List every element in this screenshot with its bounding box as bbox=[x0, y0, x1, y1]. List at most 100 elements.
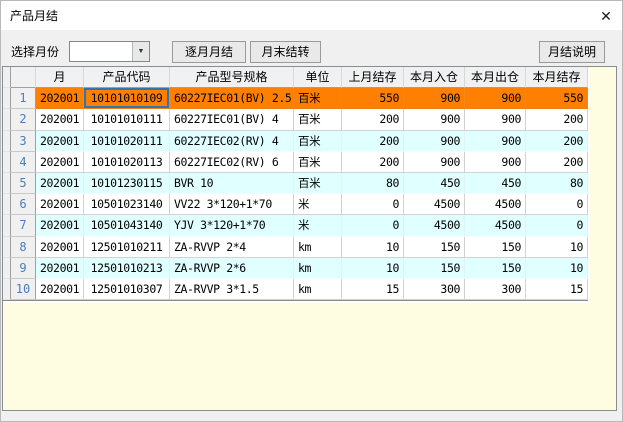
month-select-combobox[interactable]: ▼ bbox=[69, 41, 150, 62]
cell-product-code[interactable]: 12501010213 bbox=[84, 258, 170, 279]
cell-month-in[interactable]: 4500 bbox=[404, 215, 465, 236]
cell-product-code[interactable]: 10101010111 bbox=[84, 109, 170, 130]
cell-unit[interactable]: 百米 bbox=[294, 109, 342, 130]
cell-month-out[interactable]: 150 bbox=[465, 258, 526, 279]
cell-unit[interactable]: 米 bbox=[294, 215, 342, 236]
monthly-settle-button[interactable]: 逐月月结 bbox=[172, 41, 246, 63]
cell-month-in[interactable]: 900 bbox=[404, 109, 465, 130]
cell-unit[interactable]: 百米 bbox=[294, 152, 342, 173]
cell-closing-balance[interactable]: 0 bbox=[526, 215, 588, 236]
cell-month-out[interactable]: 900 bbox=[465, 152, 526, 173]
cell-month-out[interactable]: 450 bbox=[465, 173, 526, 194]
cell-opening-balance[interactable]: 0 bbox=[342, 215, 404, 236]
cell-product-code[interactable]: 10501023140 bbox=[84, 194, 170, 215]
close-icon[interactable]: ✕ bbox=[595, 5, 617, 27]
cell-month[interactable]: 202001 bbox=[36, 194, 84, 215]
row-indicator bbox=[3, 279, 11, 300]
row-number-cell[interactable]: 3 bbox=[11, 131, 36, 152]
cell-unit[interactable]: km bbox=[294, 258, 342, 279]
month-end-carryover-button[interactable]: 月末结转 bbox=[250, 41, 321, 63]
row-number-cell[interactable]: 7 bbox=[11, 215, 36, 236]
cell-month-in[interactable]: 300 bbox=[404, 279, 465, 300]
cell-month-in[interactable]: 4500 bbox=[404, 194, 465, 215]
cell-product-code[interactable]: 10101010109 bbox=[84, 88, 170, 109]
cell-unit[interactable]: km bbox=[294, 237, 342, 258]
cell-unit[interactable]: 百米 bbox=[294, 173, 342, 194]
grid-panel: 月 产品代码 产品型号规格 单位 上月结存 本月入仓 本月出仓 本月结存 1 2… bbox=[2, 66, 617, 411]
cell-closing-balance[interactable]: 15 bbox=[526, 279, 588, 300]
row-number-cell[interactable]: 5 bbox=[11, 173, 36, 194]
cell-product-spec[interactable]: 60227IEC02(RV) 6 bbox=[170, 152, 294, 173]
cell-month[interactable]: 202001 bbox=[36, 88, 84, 109]
cell-product-spec[interactable]: BVR 10 bbox=[170, 173, 294, 194]
cell-closing-balance[interactable]: 80 bbox=[526, 173, 588, 194]
row-number-cell[interactable]: 10 bbox=[11, 279, 36, 300]
cell-month-in[interactable]: 150 bbox=[404, 237, 465, 258]
cell-product-code[interactable]: 10101020111 bbox=[84, 131, 170, 152]
cell-product-code[interactable]: 12501010307 bbox=[84, 279, 170, 300]
cell-product-spec[interactable]: 60227IEC01(BV) 4 bbox=[170, 109, 294, 130]
cell-month[interactable]: 202001 bbox=[36, 279, 84, 300]
cell-opening-balance[interactable]: 10 bbox=[342, 258, 404, 279]
cell-month-out[interactable]: 900 bbox=[465, 131, 526, 152]
row-number-cell[interactable]: 4 bbox=[11, 152, 36, 173]
row-number-cell[interactable]: 1 bbox=[11, 88, 36, 109]
cell-month[interactable]: 202001 bbox=[36, 258, 84, 279]
row-number-cell[interactable]: 8 bbox=[11, 237, 36, 258]
cell-product-spec[interactable]: ZA-RVVP 2*4 bbox=[170, 237, 294, 258]
cell-opening-balance[interactable]: 200 bbox=[342, 131, 404, 152]
cell-month[interactable]: 202001 bbox=[36, 173, 84, 194]
cell-closing-balance[interactable]: 200 bbox=[526, 109, 588, 130]
cell-closing-balance[interactable]: 10 bbox=[526, 237, 588, 258]
cell-month[interactable]: 202001 bbox=[36, 109, 84, 130]
settlement-help-button[interactable]: 月结说明 bbox=[539, 41, 605, 63]
cell-month-out[interactable]: 900 bbox=[465, 109, 526, 130]
cell-month-out[interactable]: 300 bbox=[465, 279, 526, 300]
cell-month-out[interactable]: 4500 bbox=[465, 194, 526, 215]
cell-month-in[interactable]: 150 bbox=[404, 258, 465, 279]
cell-product-code[interactable]: 10101230115 bbox=[84, 173, 170, 194]
cell-month-in[interactable]: 900 bbox=[404, 88, 465, 109]
cell-opening-balance[interactable]: 200 bbox=[342, 109, 404, 130]
cell-month[interactable]: 202001 bbox=[36, 237, 84, 258]
cell-month[interactable]: 202001 bbox=[36, 152, 84, 173]
row-indicator bbox=[3, 215, 11, 236]
cell-product-spec[interactable]: ZA-RVVP 2*6 bbox=[170, 258, 294, 279]
cell-month[interactable]: 202001 bbox=[36, 131, 84, 152]
cell-month-out[interactable]: 4500 bbox=[465, 215, 526, 236]
cell-month[interactable]: 202001 bbox=[36, 215, 84, 236]
cell-opening-balance[interactable]: 550 bbox=[342, 88, 404, 109]
cell-month-out[interactable]: 150 bbox=[465, 237, 526, 258]
cell-product-code[interactable]: 10101020113 bbox=[84, 152, 170, 173]
cell-product-code[interactable]: 12501010211 bbox=[84, 237, 170, 258]
cell-opening-balance[interactable]: 80 bbox=[342, 173, 404, 194]
chevron-down-icon[interactable]: ▼ bbox=[132, 42, 149, 61]
cell-closing-balance[interactable]: 200 bbox=[526, 131, 588, 152]
cell-product-spec[interactable]: ZA-RVVP 3*1.5 bbox=[170, 279, 294, 300]
cell-closing-balance[interactable]: 10 bbox=[526, 258, 588, 279]
cell-closing-balance[interactable]: 550 bbox=[526, 88, 588, 109]
cell-month-out[interactable]: 900 bbox=[465, 88, 526, 109]
row-number-cell[interactable]: 6 bbox=[11, 194, 36, 215]
cell-unit[interactable]: 百米 bbox=[294, 88, 342, 109]
cell-closing-balance[interactable]: 0 bbox=[526, 194, 588, 215]
cell-closing-balance[interactable]: 200 bbox=[526, 152, 588, 173]
column-header-month-in: 本月入仓 bbox=[404, 67, 465, 88]
cell-month-in[interactable]: 450 bbox=[404, 173, 465, 194]
cell-unit[interactable]: km bbox=[294, 279, 342, 300]
cell-opening-balance[interactable]: 200 bbox=[342, 152, 404, 173]
cell-unit[interactable]: 米 bbox=[294, 194, 342, 215]
cell-product-spec[interactable]: 60227IEC02(RV) 4 bbox=[170, 131, 294, 152]
cell-opening-balance[interactable]: 0 bbox=[342, 194, 404, 215]
cell-opening-balance[interactable]: 15 bbox=[342, 279, 404, 300]
cell-product-code[interactable]: 10501043140 bbox=[84, 215, 170, 236]
row-number-cell[interactable]: 2 bbox=[11, 109, 36, 130]
row-number-cell[interactable]: 9 bbox=[11, 258, 36, 279]
cell-opening-balance[interactable]: 10 bbox=[342, 237, 404, 258]
cell-month-in[interactable]: 900 bbox=[404, 152, 465, 173]
cell-product-spec[interactable]: VV22 3*120+1*70 bbox=[170, 194, 294, 215]
cell-unit[interactable]: 百米 bbox=[294, 131, 342, 152]
cell-month-in[interactable]: 900 bbox=[404, 131, 465, 152]
cell-product-spec[interactable]: YJV 3*120+1*70 bbox=[170, 215, 294, 236]
cell-product-spec[interactable]: 60227IEC01(BV) 2.5 bbox=[170, 88, 294, 109]
